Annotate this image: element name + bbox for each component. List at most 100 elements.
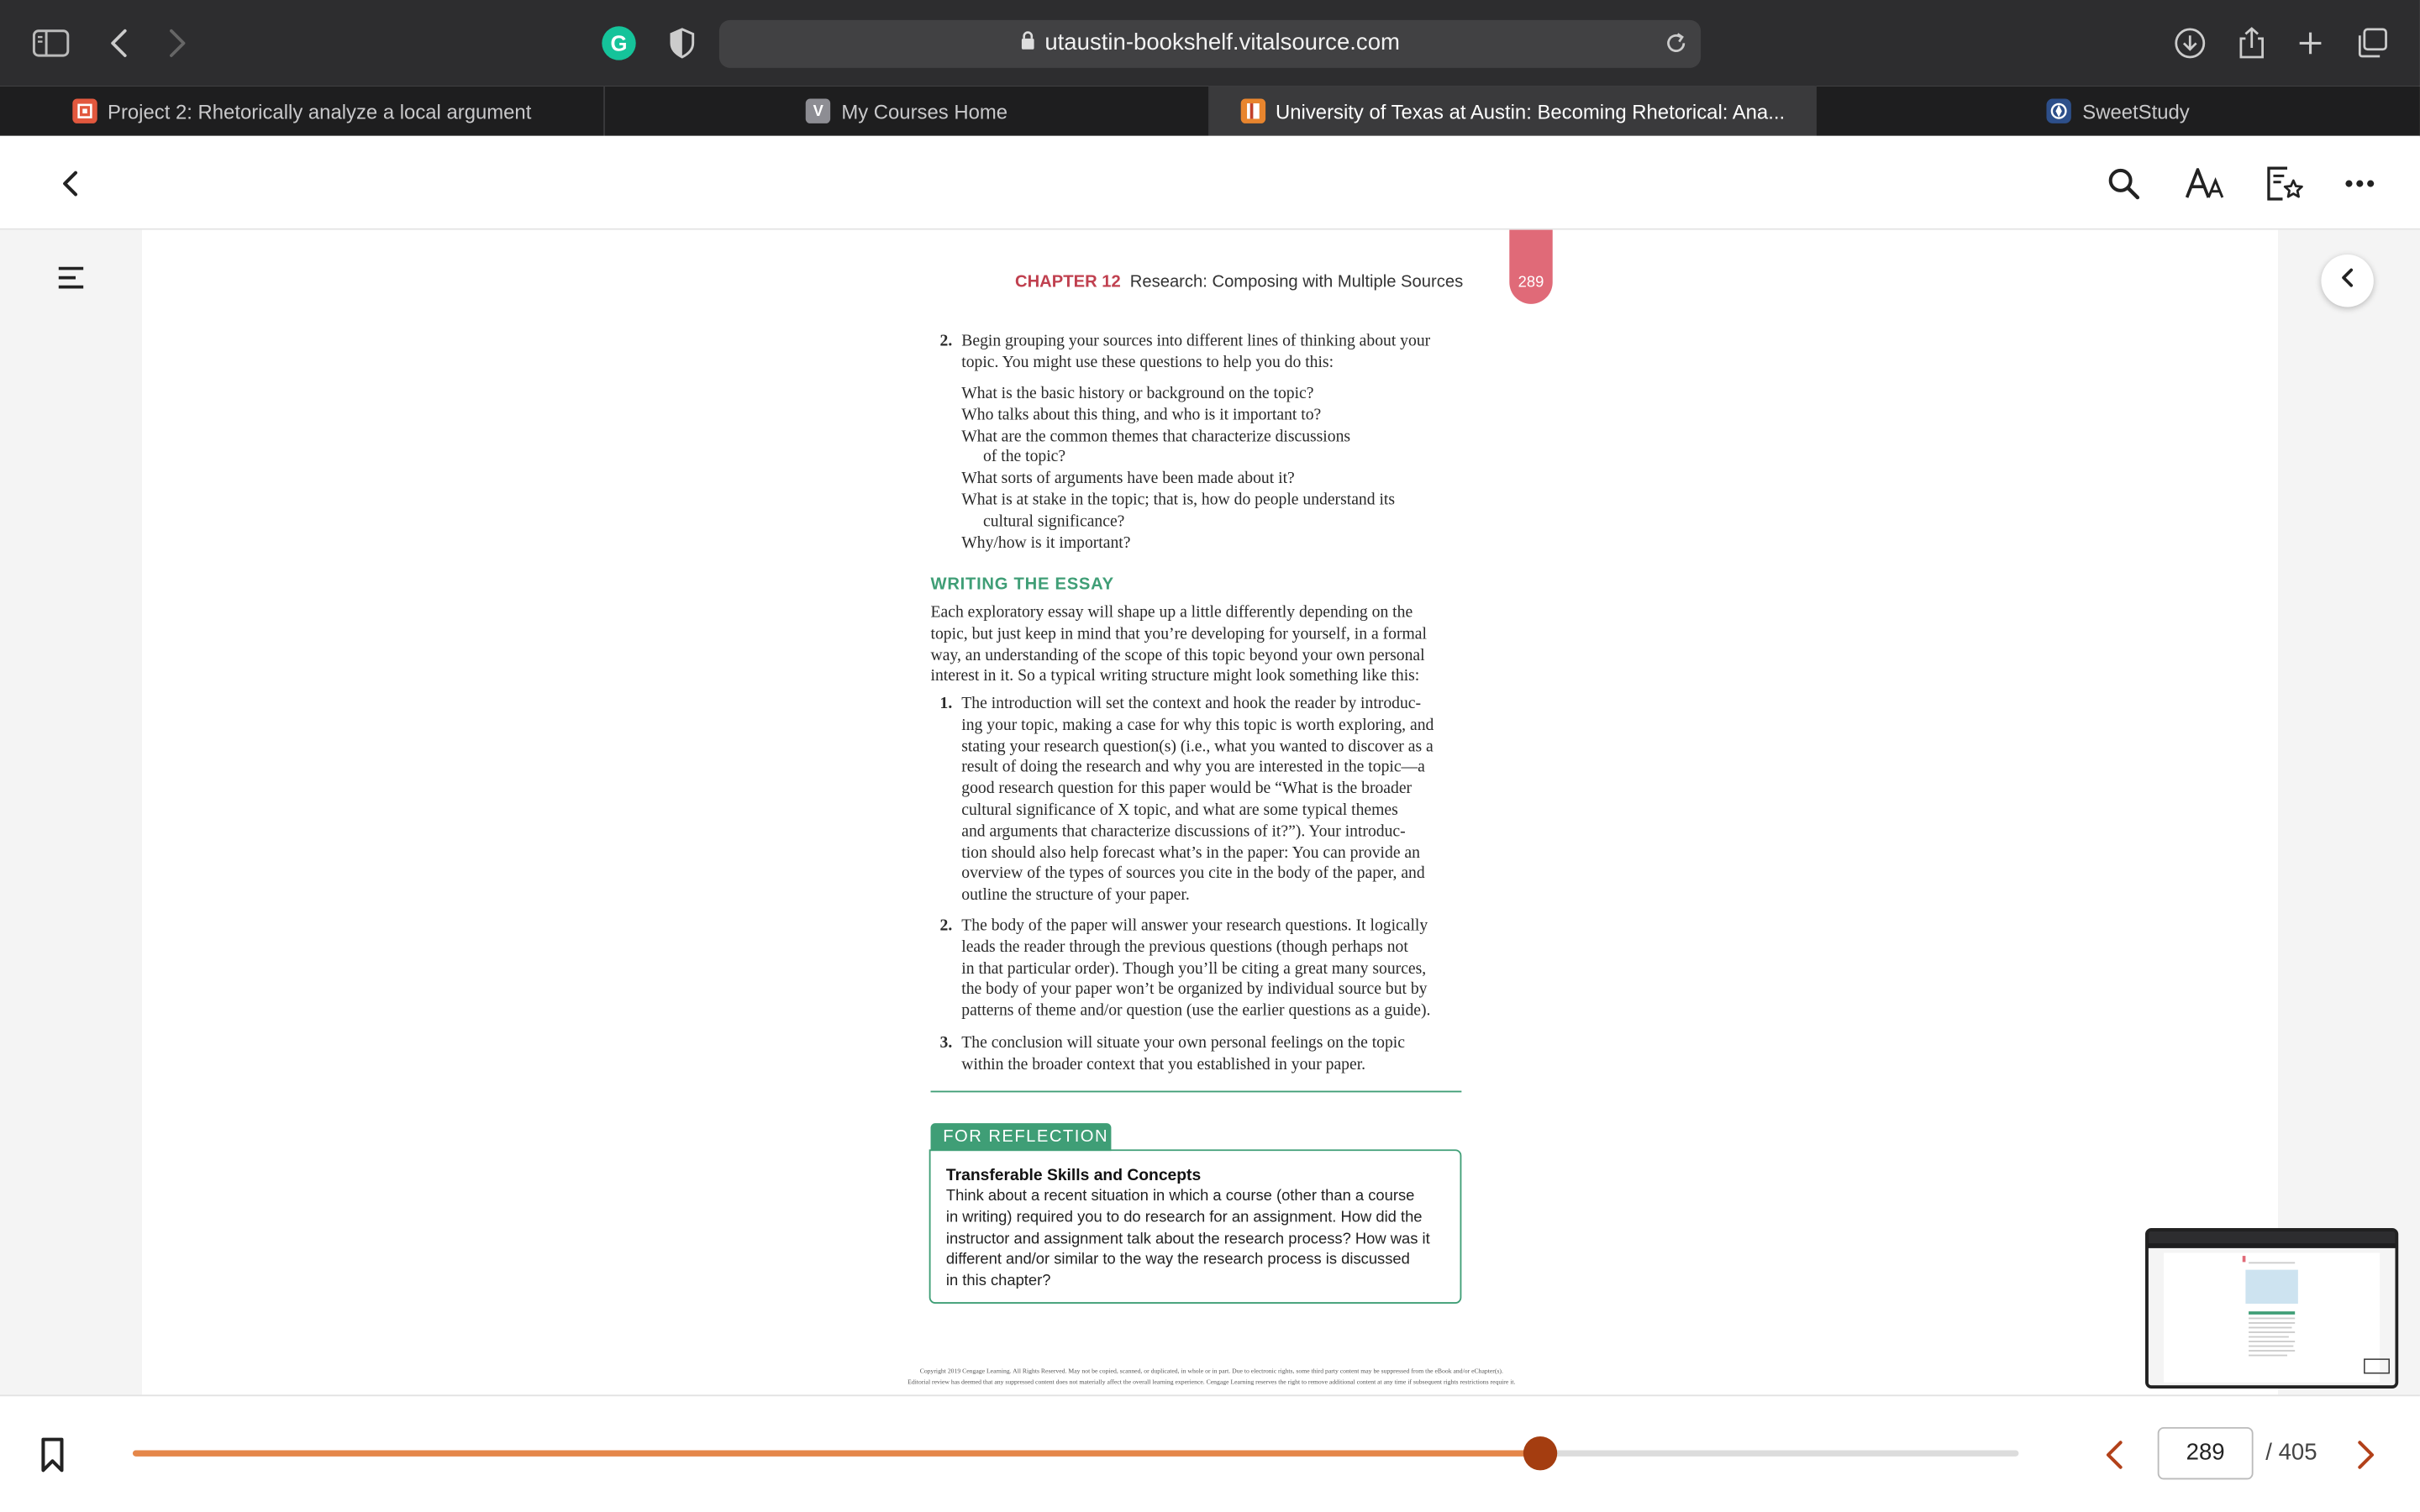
list-number: 1. — [939, 694, 953, 713]
page-number-input[interactable]: 289 — [2157, 1426, 2254, 1480]
text-size-icon[interactable] — [2182, 162, 2228, 205]
text-line: cultural significance of X topic, and wh… — [961, 801, 1398, 820]
question-line: Who talks about this thing, and who is i… — [961, 405, 1322, 424]
text-line: tion should also help forecast what’s in… — [961, 843, 1420, 862]
text-line: stating your research question(s) (i.e.,… — [961, 737, 1434, 756]
text-line: in writing) required you to do research … — [945, 1209, 1423, 1226]
tab-project-2[interactable]: Project 2: Rhetorically analyze a local … — [0, 86, 605, 136]
question-line: cultural significance? — [982, 512, 1125, 531]
question-line: What are the common themes that characte… — [961, 427, 1351, 446]
text-line: good research question for this paper wo… — [961, 779, 1413, 798]
text-line: and arguments that characterize discussi… — [961, 822, 1406, 841]
copyright-notice: Copyright 2019 Cengage Learning. All Rig… — [802, 1365, 1620, 1387]
page-thumbnail-preview[interactable] — [2145, 1228, 2399, 1389]
question-line: What is at stake in the topic; that is, … — [961, 491, 1396, 510]
next-page-icon[interactable] — [2349, 1438, 2382, 1472]
text-line: The conclusion will situate your own per… — [961, 1033, 1405, 1053]
chevron-left-icon — [2339, 266, 2354, 296]
list-item-1: The introduction will set the context an… — [961, 695, 1434, 907]
text-line: instructor and assignment talk about the… — [945, 1230, 1430, 1248]
left-gutter — [0, 229, 142, 1395]
text-line: topic. You might use these questions to … — [961, 353, 1334, 372]
bookmark-icon[interactable] — [37, 1436, 71, 1473]
reload-icon[interactable] — [1664, 31, 1688, 64]
tab-my-courses-home[interactable]: V My Courses Home — [605, 86, 1210, 136]
text-line: ing your topic, making a case for why th… — [961, 715, 1434, 734]
question-line: What is the basic history or background … — [961, 384, 1314, 403]
reflection-body: Think about a recent situation in which … — [946, 1186, 1455, 1293]
text-line: the body of your paper won’t be organize… — [961, 980, 1428, 1000]
text-line: Begin grouping your sources into differe… — [961, 331, 1431, 350]
new-tab-icon[interactable] — [2289, 22, 2332, 65]
list-number: 2. — [939, 331, 953, 350]
vitalsource-favicon-icon: V — [806, 98, 831, 123]
text-line: Each exploratory essay will shape up a l… — [930, 603, 1413, 622]
tab-sweetstudy[interactable]: SweetStudy — [1817, 87, 2420, 136]
list-number: 2. — [939, 916, 953, 936]
flashcards-star-icon[interactable] — [2263, 162, 2306, 205]
url-text: utaustin-bookshelf.vitalsource.com — [1044, 29, 1401, 56]
reflection-tab: FOR REFLECTION — [930, 1123, 1112, 1152]
text-line: topic, but just keep in mind that you’re… — [930, 624, 1427, 643]
text-line: Think about a recent situation in which … — [945, 1188, 1415, 1205]
downloads-icon[interactable] — [2169, 22, 2212, 65]
back-icon[interactable] — [97, 22, 140, 65]
privacy-shield-icon[interactable] — [660, 22, 703, 65]
reader-header — [0, 135, 2420, 230]
progress-fill — [132, 1450, 1540, 1457]
text-line: overview of the types of sources you cit… — [961, 864, 1425, 884]
question-list: What is the basic history or background … — [961, 384, 1395, 554]
text-line: Editorial review has deemed that any sup… — [908, 1378, 1516, 1386]
text-line: leads the reader through the previous qu… — [961, 937, 1408, 957]
page-total: / 405 — [2265, 1439, 2317, 1466]
text-line: The introduction will set the context an… — [961, 694, 1422, 713]
text-line: in that particular order). Though you’ll… — [961, 958, 1427, 978]
text-line: The body of the paper will answer your r… — [961, 916, 1428, 936]
progress-handle[interactable] — [1523, 1436, 1557, 1471]
list-item-3: The conclusion will situate your own per… — [961, 1034, 1405, 1077]
page-number-tab: 289 — [1509, 229, 1553, 304]
list-number: 3. — [939, 1033, 953, 1053]
browser-toolbar: G utaustin-bookshelf.vitalsource.com — [0, 0, 2420, 87]
chapter-label: CHAPTER 12 — [1015, 273, 1121, 292]
running-header: CHAPTER 12 Research: Composing with Multi… — [0, 273, 1463, 291]
text-line: outline the structure of your paper. — [961, 885, 1190, 905]
lock-icon — [1020, 31, 1035, 57]
previous-page-icon[interactable] — [2097, 1438, 2131, 1472]
text-line: result of doing the research and why you… — [961, 758, 1425, 777]
more-options-icon[interactable] — [2338, 162, 2381, 205]
question-line: of the topic? — [982, 448, 1066, 467]
text-line: Copyright 2019 Cengage Learning. All Rig… — [919, 1367, 1503, 1375]
text-line: patterns of theme and/or question (use t… — [961, 1001, 1431, 1021]
tab-bookshelf[interactable]: University of Texas at Austin: Becoming … — [1209, 86, 1817, 136]
question-line: What sorts of arguments have been made a… — [961, 469, 1295, 488]
share-icon[interactable] — [2230, 22, 2273, 65]
text-line: different and/or similar to the way the … — [945, 1252, 1410, 1269]
question-line: Why/how is it important? — [961, 533, 1131, 552]
chapter-title: Research: Composing with Multiple Source… — [1129, 273, 1464, 292]
sweetstudy-favicon-icon — [2047, 98, 2072, 123]
forward-icon[interactable] — [156, 22, 199, 65]
text-line: within the broader context that you esta… — [961, 1054, 1366, 1074]
sidebar-toggle-icon[interactable] — [29, 22, 72, 65]
right-gutter — [2277, 229, 2420, 1395]
bookshelf-favicon-icon — [1239, 98, 1265, 123]
text-line: way, an understanding of the scope of th… — [930, 645, 1425, 664]
tab-label: My Courses Home — [841, 99, 1008, 123]
tab-label: SweetStudy — [2082, 99, 2190, 123]
list-item-2: The body of the paper will answer your r… — [961, 916, 1430, 1023]
search-icon[interactable] — [2102, 162, 2145, 205]
text-line: interest in it. So a typical writing str… — [930, 667, 1420, 686]
tab-label: University of Texas at Austin: Becoming … — [1276, 99, 1786, 123]
grammarly-extension-icon[interactable]: G — [602, 26, 636, 60]
back-to-bookshelf-icon[interactable] — [48, 162, 91, 205]
step-2-text: Begin grouping your sources into differe… — [961, 332, 1430, 375]
intro-paragraph: Each exploratory essay will shape up a l… — [931, 603, 1465, 688]
canvas-favicon-icon — [71, 98, 97, 123]
tab-label: Project 2: Rhetorically analyze a local … — [108, 99, 532, 123]
address-bar[interactable]: utaustin-bookshelf.vitalsource.com — [718, 19, 1702, 68]
tab-overview-icon[interactable] — [2350, 22, 2393, 65]
reflection-title: Transferable Skills and Concepts — [945, 1166, 1202, 1185]
page-progress-slider[interactable] — [132, 1436, 2019, 1471]
collapse-panel-button[interactable] — [2321, 255, 2374, 307]
